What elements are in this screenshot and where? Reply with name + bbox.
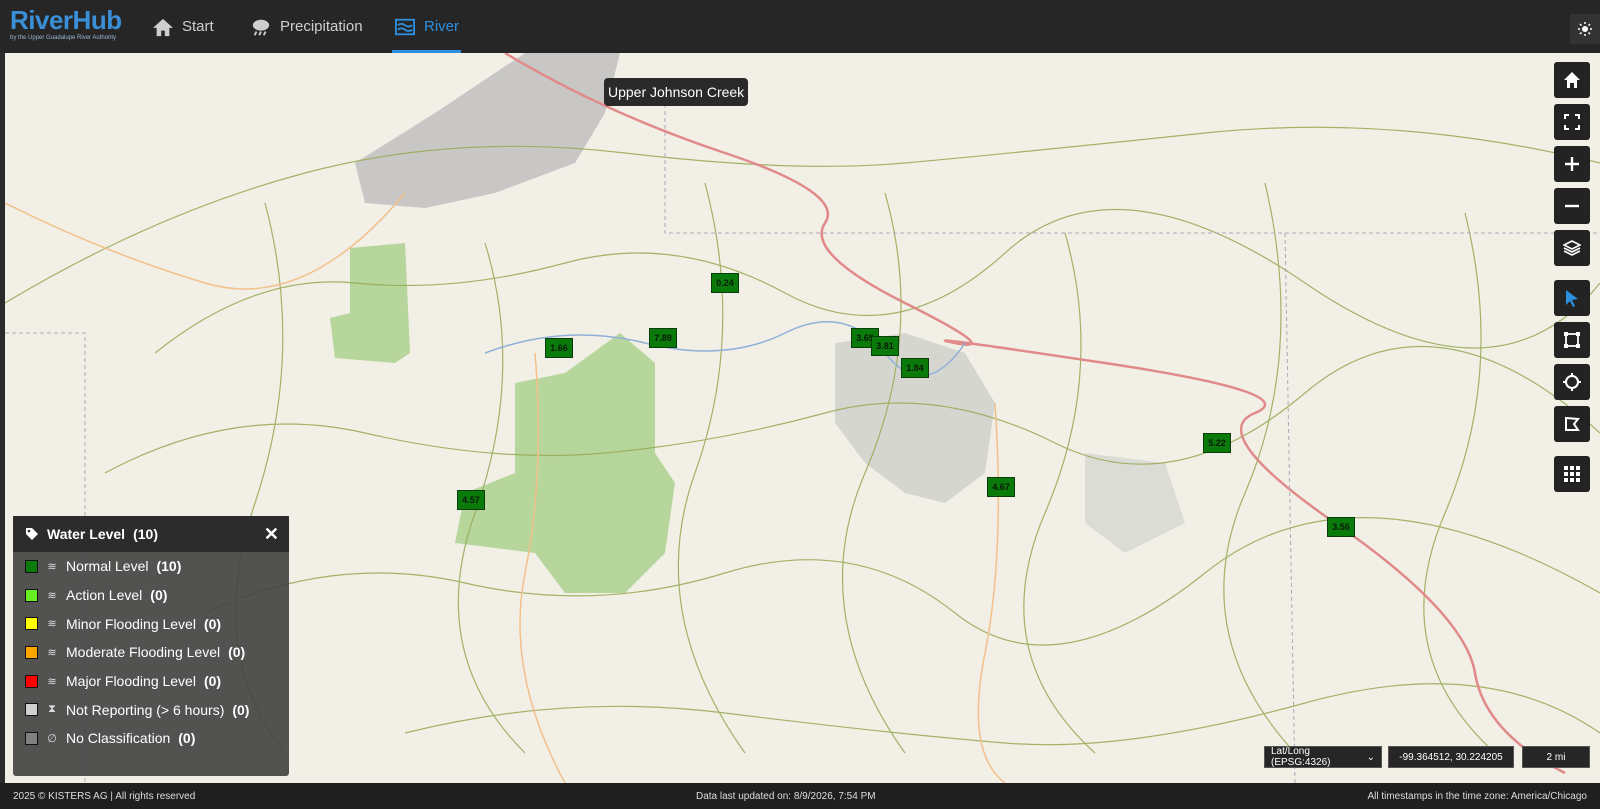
- legend-row-label: Action Level: [66, 587, 143, 604]
- legend-row-count: (0): [203, 615, 222, 632]
- major-flooding-swatch: [25, 674, 38, 688]
- not-reporting-swatch: [25, 703, 38, 717]
- grid-icon: [1564, 466, 1580, 482]
- gauge-marker[interactable]: 5.22: [1203, 433, 1231, 453]
- nav-precipitation-label: Precipitation: [280, 18, 363, 35]
- river-icon: ≋: [47, 618, 57, 631]
- gauge-marker[interactable]: 7.89: [649, 328, 677, 348]
- fullscreen-icon: [1564, 114, 1580, 130]
- river-icon: ≋: [47, 675, 57, 688]
- timezone-note: All timestamps in the time zone: America…: [1367, 791, 1587, 802]
- gauge-marker[interactable]: 4.67: [987, 477, 1015, 497]
- nav-start-label: Start: [182, 18, 214, 35]
- gauge-marker[interactable]: 1.66: [545, 338, 573, 358]
- pointer-icon: [1566, 290, 1578, 307]
- legend-row-label: Not Reporting (> 6 hours): [66, 701, 225, 718]
- gauge-marker[interactable]: 1.84: [901, 358, 929, 378]
- riverhub-logo[interactable]: RiverHub by the Upper Guadalupe River Au…: [10, 5, 122, 48]
- zoom-in-icon: [1565, 157, 1579, 171]
- layers-icon: [1563, 240, 1581, 256]
- action-level-swatch: [25, 588, 38, 602]
- home-icon: [1564, 72, 1580, 88]
- legend-header: Water Level (10) ✕: [13, 516, 289, 552]
- logo-subtitle: by the Upper Guadalupe River Authority: [10, 35, 117, 41]
- select-polygon-icon: [1565, 416, 1580, 431]
- select-circle-icon: [1563, 373, 1581, 391]
- legend-close-button[interactable]: ✕: [264, 524, 279, 545]
- zoom-out-icon: [1565, 204, 1579, 208]
- hourglass-icon: ⧗: [48, 703, 56, 716]
- gauge-marker[interactable]: 0.24: [711, 273, 739, 293]
- legend-row-minor[interactable]: ≋ Minor Flooding Level (0): [13, 609, 289, 638]
- pointer-tool-button[interactable]: [1554, 280, 1590, 316]
- legend-row-label: No Classification: [66, 730, 171, 747]
- legend-row-normal[interactable]: ≋ Normal Level (10): [13, 552, 289, 581]
- legend-row-moderate[interactable]: ≋ Moderate Flooding Level (0): [13, 638, 289, 667]
- gauge-marker[interactable]: 3.81: [871, 336, 899, 356]
- top-bar: RiverHub by the Upper Guadalupe River Au…: [0, 0, 1600, 53]
- gauge-marker[interactable]: 4.57: [457, 490, 485, 510]
- layers-button[interactable]: [1554, 230, 1590, 266]
- empty-set-icon: ∅: [47, 732, 57, 745]
- legend-row-count: (0): [228, 644, 246, 661]
- nav-start[interactable]: Start: [152, 0, 214, 53]
- footer: 2025 © KISTERS AG | All rights reserved …: [0, 783, 1600, 809]
- zoom-out-button[interactable]: [1554, 188, 1590, 224]
- rain-cloud-icon: [252, 19, 270, 36]
- home-view-button[interactable]: [1554, 62, 1590, 98]
- map-toolbar: [1554, 62, 1590, 498]
- cursor-coordinates: -99.364512, 30.224205: [1388, 746, 1514, 768]
- legend-row-no-classification[interactable]: ∅ No Classification (0): [13, 724, 289, 753]
- sun-icon: [1578, 22, 1592, 36]
- scale-bar: 2 mi: [1522, 746, 1590, 768]
- select-circle-button[interactable]: [1554, 364, 1590, 400]
- legend-row-count: (0): [150, 587, 168, 604]
- legend-title: Water Level: [47, 526, 126, 542]
- river-icon: ≋: [47, 646, 57, 659]
- legend-row-major[interactable]: ≋ Major Flooding Level (0): [13, 667, 289, 696]
- projection-value: Lat/Long (EPSG:4326): [1271, 746, 1331, 768]
- data-updated: Data last updated on: 8/9/2026, 7:54 PM: [696, 791, 876, 802]
- legend-row-count: (10): [156, 558, 182, 575]
- home-icon: [153, 18, 173, 36]
- nav-precipitation[interactable]: Precipitation: [250, 0, 363, 53]
- legend-row-count: (0): [178, 730, 196, 747]
- river-icon: [395, 18, 415, 35]
- tags-icon: [26, 528, 38, 540]
- legend-row-count: (0): [232, 701, 250, 718]
- nav-river[interactable]: River: [391, 0, 462, 53]
- river-icon: ≋: [47, 589, 57, 602]
- legend-row-count: (0): [203, 673, 222, 690]
- river-icon: ≋: [47, 560, 57, 573]
- normal-level-swatch: [25, 559, 38, 573]
- legend-title-count: (10): [133, 526, 158, 542]
- theme-toggle-button[interactable]: [1570, 14, 1600, 44]
- select-rectangle-icon: [1564, 332, 1580, 348]
- legend-row-label: Moderate Flooding Level: [66, 644, 221, 661]
- gauge-marker[interactable]: 3.56: [1327, 517, 1355, 537]
- logo-name: RiverHub: [10, 5, 122, 35]
- legend-row-label: Normal Level: [66, 558, 149, 575]
- map-tooltip: Upper Johnson Creek: [604, 78, 749, 106]
- moderate-flooding-swatch: [25, 645, 38, 659]
- nav-river-label: River: [424, 18, 460, 35]
- select-rectangle-button[interactable]: [1554, 322, 1590, 358]
- copyright: 2025 © KISTERS AG | All rights reserved: [13, 791, 196, 802]
- legend-row-label: Minor Flooding Level: [66, 615, 196, 632]
- legend-row-not-reporting[interactable]: ⧗ Not Reporting (> 6 hours) (0): [13, 695, 289, 724]
- zoom-in-button[interactable]: [1554, 146, 1590, 182]
- legend-row-action[interactable]: ≋ Action Level (0): [13, 581, 289, 610]
- legend-row-label: Major Flooding Level: [66, 673, 196, 690]
- chevron-down-icon: ⌄: [1366, 751, 1375, 763]
- projection-select[interactable]: Lat/Long (EPSG:4326) ⌄: [1264, 746, 1382, 768]
- water-level-legend: Water Level (10) ✕ ≋ Normal Level (10) ≋…: [13, 516, 289, 776]
- grid-button[interactable]: [1554, 456, 1590, 492]
- minor-flooding-swatch: [25, 617, 38, 631]
- select-polygon-button[interactable]: [1554, 406, 1590, 442]
- fullscreen-button[interactable]: [1554, 104, 1590, 140]
- no-classification-swatch: [25, 731, 38, 745]
